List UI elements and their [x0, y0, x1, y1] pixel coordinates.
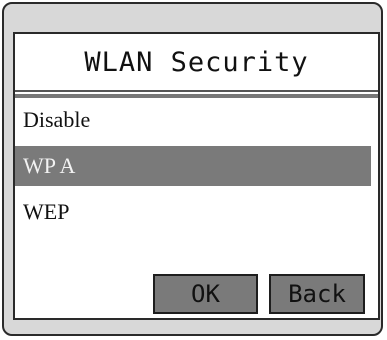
- title-divider: [15, 94, 378, 98]
- dialog-title: WLAN Security: [84, 46, 309, 78]
- wlan-security-dialog: WLAN Security Disable WP A WEP OK Back: [13, 32, 380, 320]
- option-label: Disable: [23, 107, 91, 132]
- back-button[interactable]: Back: [269, 274, 365, 314]
- option-label: WP A: [23, 153, 76, 178]
- device-frame: WLAN Security Disable WP A WEP OK Back: [2, 2, 383, 336]
- option-disable[interactable]: Disable: [15, 100, 378, 140]
- ok-button[interactable]: OK: [153, 274, 258, 314]
- option-wep[interactable]: WEP: [15, 192, 378, 232]
- title-bar: WLAN Security: [15, 34, 378, 92]
- option-wpa[interactable]: WP A: [15, 146, 371, 186]
- option-label: WEP: [23, 199, 70, 224]
